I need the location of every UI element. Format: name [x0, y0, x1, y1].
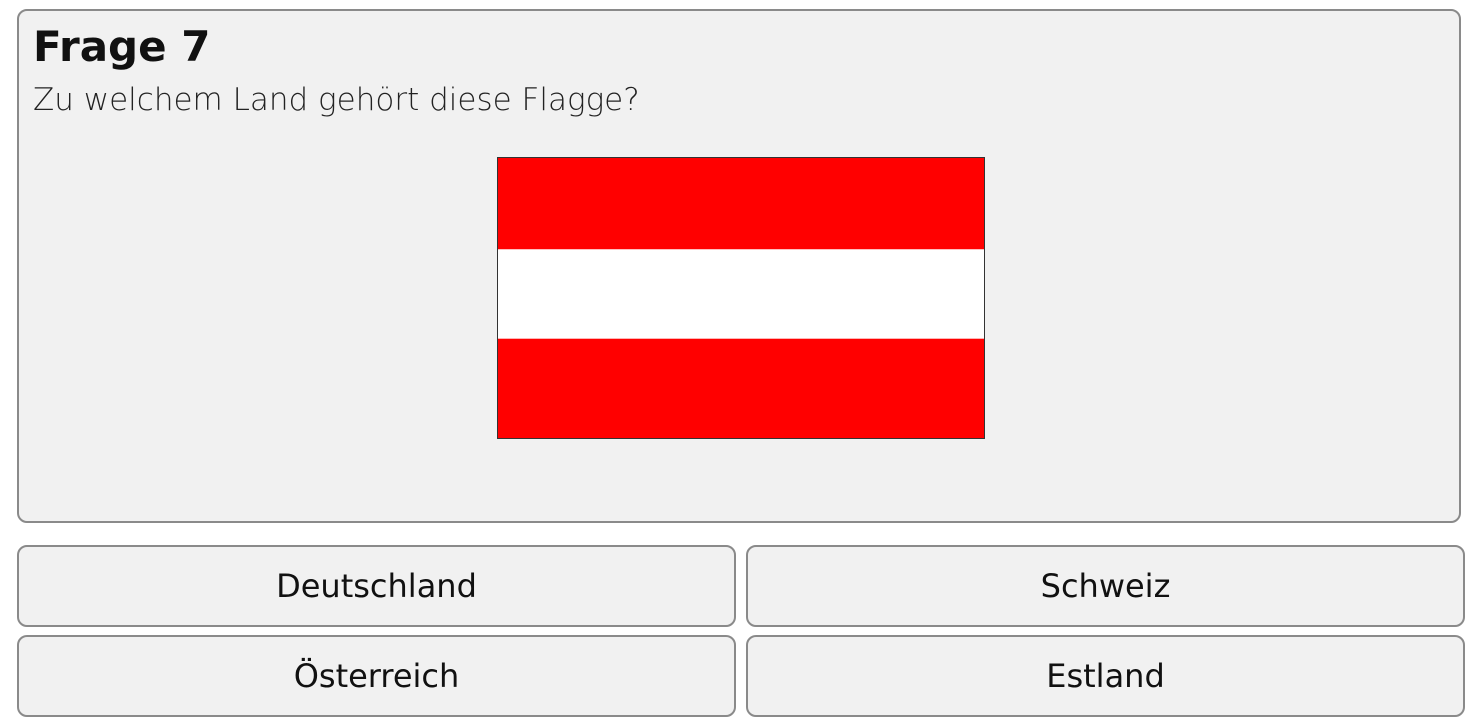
- flag-stripe-bottom: [498, 338, 984, 438]
- flag-stripe-middle: [498, 249, 984, 339]
- answer-button-schweiz[interactable]: Schweiz: [746, 545, 1465, 627]
- question-title: Frage 7: [33, 22, 211, 71]
- question-text: Zu welchem Land gehört diese Flagge?: [33, 82, 640, 118]
- answer-button-estland[interactable]: Estland: [746, 635, 1465, 717]
- question-card: Frage 7 Zu welchem Land gehört diese Fla…: [17, 9, 1461, 523]
- flag-image: [497, 157, 985, 439]
- flag-stripe-top: [498, 158, 984, 250]
- answer-button-deutschland[interactable]: Deutschland: [17, 545, 736, 627]
- answer-button-oesterreich[interactable]: Österreich: [17, 635, 736, 717]
- answer-grid: Deutschland Schweiz Österreich Estland: [17, 545, 1465, 717]
